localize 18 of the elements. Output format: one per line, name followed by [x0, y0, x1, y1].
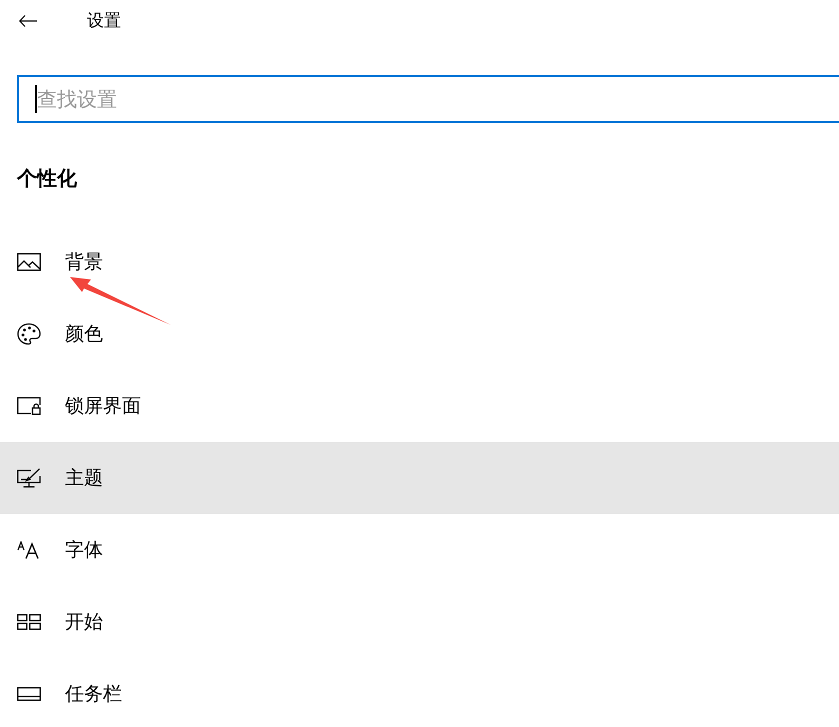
lock-screen-icon	[17, 397, 41, 415]
monitor-brush-icon	[17, 468, 41, 488]
start-tiles-icon	[17, 614, 41, 630]
taskbar-icon	[17, 687, 41, 701]
picture-icon	[17, 253, 41, 271]
font-icon	[17, 541, 41, 559]
back-icon	[19, 15, 37, 27]
nav-item[interactable]: 任务栏	[0, 658, 839, 727]
section-heading: 个性化	[17, 165, 77, 192]
nav-item[interactable]: 颜色	[0, 298, 839, 370]
nav-item[interactable]: 开始	[0, 586, 839, 658]
search-field[interactable]: 查找设置	[17, 75, 839, 123]
nav-item[interactable]: 锁屏界面	[0, 370, 839, 442]
nav-item[interactable]: 字体	[0, 514, 839, 586]
nav-item[interactable]: 背景	[0, 226, 839, 298]
palette-icon	[17, 323, 41, 345]
window-title: 设置	[87, 10, 121, 32]
nav-item[interactable]: 主题	[0, 442, 839, 514]
